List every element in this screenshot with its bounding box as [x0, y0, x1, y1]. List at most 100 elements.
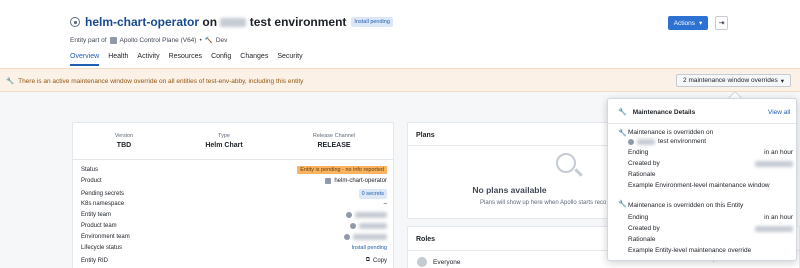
override-2-created-by: Created by: [628, 225, 793, 232]
actions-label: Actions: [673, 19, 696, 27]
lifecycle-value: Install pending: [351, 245, 387, 251]
k8s-label: K8s namespace: [81, 201, 125, 207]
control-plane-icon: [109, 36, 117, 44]
banner-message: There is an active maintenance window ov…: [18, 77, 304, 85]
divider: [73, 159, 393, 160]
environment-icon: [628, 138, 634, 145]
prop-entity-team: Entity team: [81, 212, 387, 218]
product-team-label: Product team: [81, 223, 117, 229]
tab-overview[interactable]: Overview: [70, 53, 100, 66]
entity-name[interactable]: helm-chart-operator: [85, 15, 199, 29]
hammer-icon: 🔨: [204, 37, 213, 44]
override-2-rationale: Rationale: [628, 236, 793, 243]
entity-summary-card: Version TBD Type Helm Chart Release Chan…: [72, 122, 394, 268]
entity-icon: [70, 17, 80, 27]
caret-down-icon: ▾: [780, 77, 784, 85]
rationale-label: Rationale: [628, 236, 656, 243]
ending-value: in an hour: [764, 214, 793, 221]
open-side-panel-button[interactable]: ⇥: [715, 16, 728, 30]
page-title: helm-chart-operator on test environment …: [70, 15, 393, 29]
override-1-rationale-value: Example Environment-level maintenance wi…: [628, 182, 770, 189]
breadcrumb: Entity part of Apollo Control Plane (V64…: [70, 36, 227, 44]
team-icon: [350, 223, 356, 229]
override-1-environment[interactable]: test environment: [658, 138, 706, 145]
entity-team-label: Entity team: [81, 212, 112, 218]
plans-empty-title: No plans available: [472, 185, 547, 195]
version-value: TBD: [116, 142, 132, 149]
divider: [608, 123, 796, 124]
redacted-env-prefix: [637, 138, 655, 145]
lifecycle-label: Lifecycle status: [81, 245, 123, 251]
entity-header: helm-chart-operator on test environment …: [0, 0, 800, 68]
override-2-ending: Ending in an hour: [628, 214, 793, 221]
type-value: Helm Chart: [205, 142, 243, 149]
team-icon: [346, 212, 352, 218]
override-2-heading: Maintenance is overridden on this Entity: [628, 202, 744, 209]
redacted-creator: [755, 225, 793, 232]
panel-icon: ⇥: [718, 20, 725, 27]
pending-secrets-badge[interactable]: 0 secrets: [358, 189, 387, 199]
overrides-label: 2 maintenance window overrides: [683, 77, 778, 84]
caret-down-icon: ▾: [699, 20, 703, 27]
created-by-label: Created by: [628, 160, 660, 167]
maintenance-banner: 🔧 There is an active maintenance window …: [0, 68, 800, 92]
everyone-label: Everyone: [433, 259, 461, 266]
wrench-icon: 🔧: [6, 78, 15, 85]
type-block: Type Helm Chart: [179, 133, 269, 149]
maintenance-overrides-button[interactable]: 2 maintenance window overrides ▾: [676, 74, 791, 87]
tab-changes[interactable]: Changes: [240, 53, 268, 66]
release-channel-block: Release Channel RELEASE: [289, 133, 379, 149]
redacted-environment-team[interactable]: [353, 234, 387, 240]
view-all-link[interactable]: View all: [768, 109, 790, 116]
tab-health[interactable]: Health: [108, 53, 128, 66]
prop-status: Status Entity is pending - no info repor…: [81, 166, 387, 174]
control-plane-link[interactable]: Apollo Control Plane (V64): [120, 37, 197, 44]
rid-label: Entity RID: [81, 257, 109, 264]
pending-secrets-label: Pending secrets: [81, 191, 125, 197]
env-tag[interactable]: Dev: [216, 37, 228, 44]
created-by-label: Created by: [628, 225, 660, 232]
tab-activity[interactable]: Activity: [137, 53, 159, 66]
actions-button[interactable]: Actions ▾: [668, 16, 708, 30]
tab-bar: Overview Health Activity Resources Confi…: [70, 53, 303, 66]
override-2-rationale-value: Example Entity-level maintenance overrid…: [628, 247, 752, 254]
redacted-product-team[interactable]: [359, 223, 387, 229]
copy-icon: ⧉: [365, 257, 370, 263]
redacted-creator: [755, 160, 793, 167]
channel-value: RELEASE: [317, 142, 351, 149]
separator: •: [199, 36, 202, 44]
status-label: Status: [81, 167, 99, 173]
status-badge-pending: Entity is pending - no info reported: [297, 166, 387, 174]
product-icon: [325, 178, 332, 184]
override-1-ending: Ending in an hour: [628, 149, 793, 156]
override-1-rationale: Rationale: [628, 171, 793, 178]
divider: [408, 145, 611, 146]
plans-heading: Plans: [416, 132, 435, 139]
maintenance-details-popover: 🔧 Maintenance Details View all 🔧 Mainten…: [607, 98, 797, 261]
redacted-entity-team[interactable]: [355, 212, 387, 218]
redacted-env-prefix: [220, 18, 247, 28]
plans-card: Plans No plans available Plans will show…: [407, 122, 612, 219]
prop-environment-team: Environment team: [81, 234, 387, 240]
title-on: on: [202, 15, 218, 29]
product-link[interactable]: helm-chart-operator: [334, 178, 387, 184]
copy-rid-button[interactable]: ⧉ Copy: [366, 257, 387, 264]
everyone-avatar: [417, 257, 427, 267]
plans-empty-subtitle: Plans will show up here when Apollo star…: [480, 200, 607, 206]
tab-security[interactable]: Security: [277, 53, 302, 66]
k8s-value: –: [383, 201, 387, 207]
prop-product-team: Product team: [81, 223, 387, 229]
roles-heading: Roles: [416, 236, 436, 243]
wrench-icon: 🔧: [618, 130, 627, 137]
status-badge: Install pending: [351, 17, 393, 27]
popover-title: Maintenance Details: [632, 108, 696, 116]
product-label: Product: [81, 178, 102, 184]
search-icon-handle: [574, 168, 583, 177]
channel-label: Release Channel: [312, 133, 356, 139]
wrench-icon: 🔧: [618, 201, 627, 208]
tab-config[interactable]: Config: [211, 53, 231, 66]
tab-resources[interactable]: Resources: [169, 53, 202, 66]
ending-label: Ending: [628, 214, 649, 221]
environment-name[interactable]: test environment: [250, 15, 347, 29]
team-icon: [344, 234, 350, 240]
